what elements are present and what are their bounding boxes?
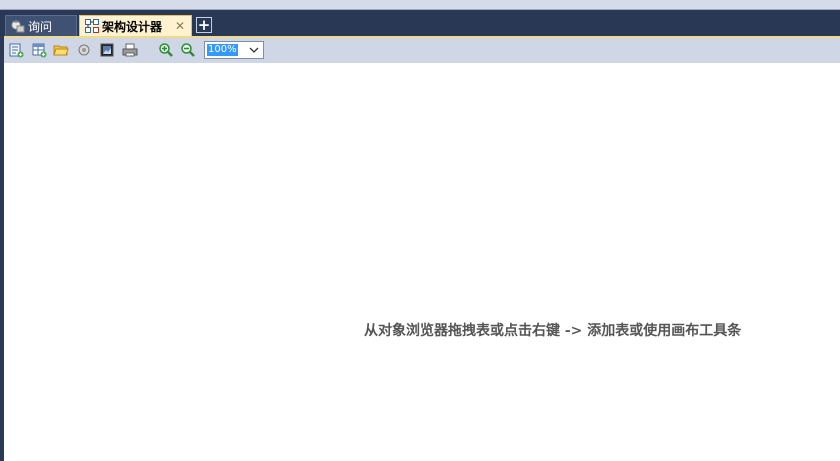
window-top-strip [0,0,840,10]
open-folder-icon[interactable] [51,40,71,60]
designer-toolbar: 100% [4,36,840,63]
chevron-down-icon [248,43,260,57]
print-icon[interactable] [120,40,140,60]
tab-query-label: 询问 [28,19,53,34]
add-tab-button[interactable]: + [196,17,212,33]
export-image-icon[interactable] [97,40,117,60]
designer-canvas[interactable]: 从对象浏览器拖拽表或点击右键 -> 添加表或使用画布工具条 [4,63,840,461]
zoom-level-value: 100% [207,44,238,56]
query-icon [11,19,25,33]
document-tab-bar: 询问 架构设计器 ✕ + [0,10,840,36]
tab-schema-designer[interactable]: 架构设计器 ✕ [79,15,192,36]
schema-designer-icon [85,19,99,33]
zoom-in-icon[interactable] [156,40,176,60]
tab-schema-designer-label: 架构设计器 [102,19,163,34]
refresh-icon[interactable] [74,40,94,60]
close-icon[interactable]: ✕ [175,19,185,33]
zoom-out-icon[interactable] [178,40,198,60]
add-table-icon[interactable] [29,40,49,60]
zoom-level-select[interactable]: 100% [204,41,264,59]
tab-query[interactable]: 询问 [5,15,77,36]
canvas-hint-text: 从对象浏览器拖拽表或点击右键 -> 添加表或使用画布工具条 [364,323,742,339]
new-icon[interactable] [6,40,26,60]
